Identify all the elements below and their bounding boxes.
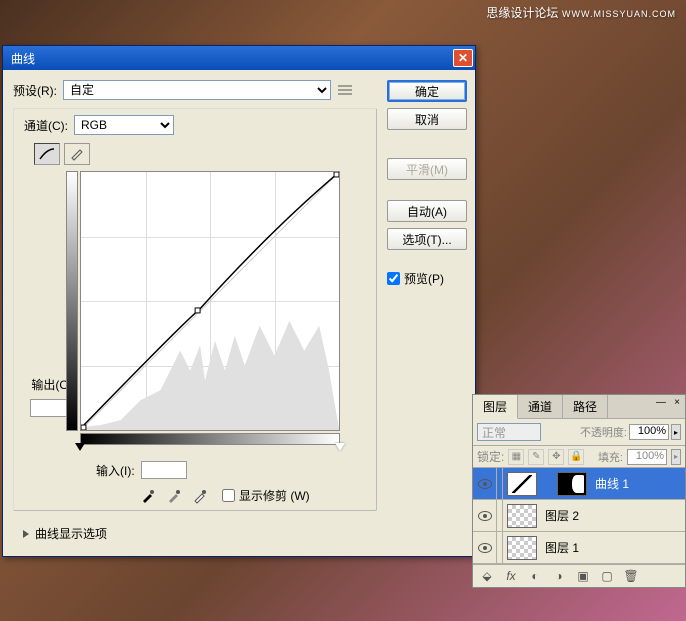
visibility-icon[interactable] xyxy=(478,511,492,521)
vertical-gradient xyxy=(66,171,78,431)
input-field[interactable] xyxy=(141,461,187,479)
preset-select[interactable]: 自定 xyxy=(63,80,331,100)
link-layers-icon[interactable]: ⬙ xyxy=(479,569,495,583)
pencil-tool-icon[interactable] xyxy=(64,143,90,165)
folder-icon[interactable]: ▣ xyxy=(575,569,591,583)
fill-arrow-icon[interactable]: ▸ xyxy=(671,449,681,465)
options-button[interactable]: 选项(T)... xyxy=(387,228,467,250)
horizontal-gradient xyxy=(80,433,340,445)
histogram xyxy=(81,172,339,430)
channel-select[interactable]: RGB xyxy=(74,115,174,135)
tab-channels[interactable]: 通道 xyxy=(518,395,563,418)
auto-button[interactable]: 自动(A) xyxy=(387,200,467,222)
ok-button[interactable]: 确定 xyxy=(387,80,467,102)
black-point-slider[interactable] xyxy=(75,443,85,451)
minimize-icon[interactable]: — xyxy=(655,397,667,409)
watermark-text: 思缘设计论坛 WWW.MISSYUAN.COM xyxy=(486,4,676,21)
adjustment-icon[interactable]: ◑ xyxy=(551,569,567,583)
slider-track[interactable] xyxy=(80,445,340,457)
layer-item[interactable]: 图层 2 xyxy=(473,500,685,532)
dialog-titlebar[interactable]: 曲线 ✕ xyxy=(3,46,475,70)
channel-label: 通道(C): xyxy=(24,117,68,134)
close-panel-icon[interactable]: × xyxy=(671,397,683,409)
cancel-button[interactable]: 取消 xyxy=(387,108,467,130)
lock-label: 锁定: xyxy=(477,448,504,465)
curves-dialog: 曲线 ✕ 预设(R): 自定 通道(C): RGB xyxy=(2,45,476,557)
lock-move-icon[interactable]: ✥ xyxy=(548,449,564,465)
smooth-button: 平滑(M) xyxy=(387,158,467,180)
curve-tool-icon[interactable] xyxy=(34,143,60,165)
blend-mode-select[interactable]: 正常 xyxy=(477,423,541,441)
tab-paths[interactable]: 路径 xyxy=(563,395,608,418)
chevron-right-icon xyxy=(23,530,29,538)
preset-label: 预设(R): xyxy=(13,82,57,99)
input-label: 输入(I): xyxy=(96,462,135,479)
tab-layers[interactable]: 图层 xyxy=(473,395,518,419)
mask-thumb[interactable] xyxy=(557,472,587,496)
lock-all-icon[interactable]: 🔒 xyxy=(568,449,584,465)
lock-paint-icon[interactable]: ✎ xyxy=(528,449,544,465)
visibility-icon[interactable] xyxy=(478,543,492,553)
layer-name[interactable]: 图层 1 xyxy=(541,539,685,556)
layer-item[interactable]: 曲线 1 xyxy=(473,468,685,500)
layer-item[interactable]: 图层 1 xyxy=(473,532,685,564)
preset-menu-icon[interactable] xyxy=(337,82,353,98)
layers-panel: 图层 通道 路径 — × 正常 不透明度: 100% ▸ 锁定: ▦ ✎ ✥ 🔒… xyxy=(472,394,686,588)
white-eyedropper-icon[interactable] xyxy=(192,488,208,504)
fx-icon[interactable]: fx xyxy=(503,569,519,583)
gray-eyedropper-icon[interactable] xyxy=(166,488,182,504)
curve-graph[interactable] xyxy=(80,171,340,431)
opacity-field[interactable]: 100% xyxy=(629,424,669,440)
show-clipping-checkbox[interactable]: 显示修剪 (W) xyxy=(222,487,310,504)
fill-label: 填充: xyxy=(598,449,623,465)
dialog-title: 曲线 xyxy=(11,50,35,67)
fill-field[interactable]: 100% xyxy=(627,449,667,465)
expand-options[interactable]: 曲线显示选项 xyxy=(23,525,377,542)
lock-transparent-icon[interactable]: ▦ xyxy=(508,449,524,465)
opacity-arrow-icon[interactable]: ▸ xyxy=(671,424,681,440)
mask-icon[interactable]: ◐ xyxy=(527,569,543,583)
layer-thumb[interactable] xyxy=(507,504,537,528)
opacity-label: 不透明度: xyxy=(580,424,627,440)
layer-list: 曲线 1 图层 2 图层 1 xyxy=(473,468,685,564)
white-point-slider[interactable] xyxy=(335,443,345,451)
preview-checkbox[interactable]: 预览(P) xyxy=(387,270,467,287)
layer-name[interactable]: 曲线 1 xyxy=(591,475,685,492)
trash-icon[interactable]: 🗑 xyxy=(623,569,639,583)
adjustment-thumb[interactable] xyxy=(507,472,537,496)
close-icon[interactable]: ✕ xyxy=(453,49,473,67)
new-layer-icon[interactable]: ▢ xyxy=(599,569,615,583)
visibility-icon[interactable] xyxy=(478,479,492,489)
layer-thumb[interactable] xyxy=(507,536,537,560)
black-eyedropper-icon[interactable] xyxy=(140,488,156,504)
layer-name[interactable]: 图层 2 xyxy=(541,507,685,524)
